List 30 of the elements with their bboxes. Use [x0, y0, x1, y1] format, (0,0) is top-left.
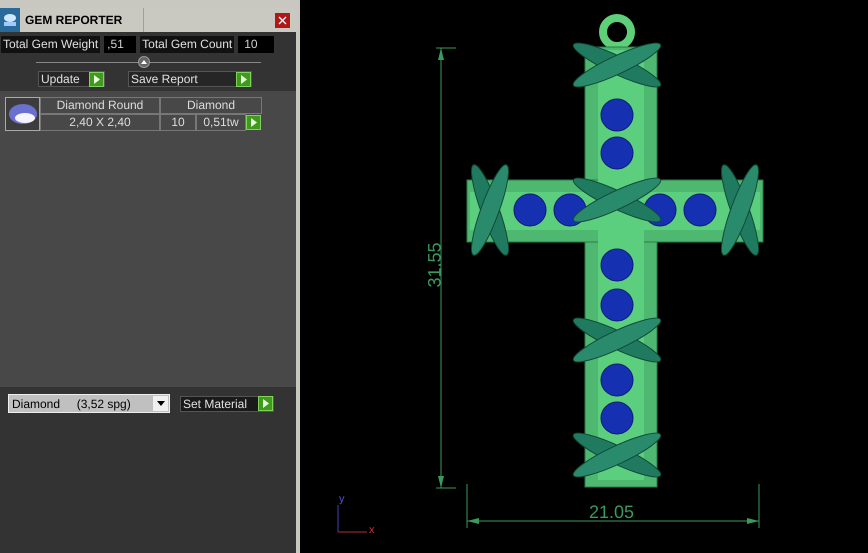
gem-shape-cell: Diamond Round	[40, 97, 160, 114]
gem-thumbnail[interactable]	[5, 97, 40, 131]
height-dimension-label: 31.55	[424, 242, 445, 288]
play-icon	[236, 72, 251, 86]
play-icon	[89, 72, 104, 86]
play-icon	[258, 396, 273, 411]
update-button[interactable]: Update	[38, 71, 105, 87]
close-button[interactable]	[275, 12, 290, 28]
total-weight-label: Total Gem Weight	[1, 36, 100, 53]
material-select-value: Diamond (3,52 spg)	[12, 396, 131, 412]
gem-count-cell: 10	[160, 114, 196, 131]
gem-material-cell: Diamond	[160, 97, 262, 114]
total-count-value: 10	[238, 36, 274, 53]
width-dimension-label: 21.05	[589, 502, 634, 522]
gem-size-cell: 2,40 X 2,40	[40, 114, 160, 131]
close-icon	[278, 16, 287, 24]
gem-reporter-icon	[0, 8, 20, 32]
gem-weight-cell: 0,51tw	[196, 114, 246, 131]
gem-detail-button[interactable]	[246, 114, 262, 131]
save-report-button[interactable]: Save Report	[128, 71, 252, 87]
total-count-label: Total Gem Count	[140, 36, 234, 53]
play-icon	[246, 115, 261, 130]
axis-indicator-icon	[337, 505, 367, 533]
window-title: GEM REPORTER	[25, 12, 124, 29]
material-select[interactable]: Diamond (3,52 spg)	[8, 394, 170, 413]
collapse-handle[interactable]	[138, 56, 150, 68]
total-weight-value: ,51	[104, 36, 136, 53]
y-axis-label: y	[339, 493, 344, 505]
x-axis-label: x	[369, 524, 374, 536]
set-material-button[interactable]: Set Material	[180, 396, 274, 412]
